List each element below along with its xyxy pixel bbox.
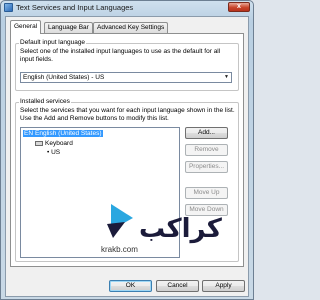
dialog-window: Text Services and Input Languages x Gene… xyxy=(0,0,254,300)
chevron-down-icon: ▼ xyxy=(224,74,229,80)
dialog-client-area: General Language Bar Advanced Key Settin… xyxy=(5,16,249,297)
language-name: English (United States) xyxy=(34,130,103,137)
general-tab-panel: Default input language Select one of the… xyxy=(10,33,244,267)
properties-button[interactable]: Properties... xyxy=(185,161,228,173)
bullet-icon: • xyxy=(47,149,50,156)
tab-language-bar[interactable]: Language Bar xyxy=(44,22,93,33)
keyboard-app-icon xyxy=(4,3,13,12)
ok-button[interactable]: OK xyxy=(109,280,152,292)
close-icon: x xyxy=(237,3,241,10)
default-language-value: English (United States) - US xyxy=(23,74,105,81)
installed-services-group-label: Installed services xyxy=(19,98,71,105)
remove-button[interactable]: Remove xyxy=(185,144,228,156)
keyboard-icon xyxy=(35,140,43,146)
tab-advanced-key-settings[interactable]: Advanced Key Settings xyxy=(93,22,169,33)
window-title: Text Services and Input Languages xyxy=(16,3,134,12)
installed-services-description: Select the services that you want for ea… xyxy=(20,107,235,122)
krakb-logo-icon xyxy=(107,204,133,238)
cancel-button[interactable]: Cancel xyxy=(156,280,199,292)
watermark-url: krakb.com xyxy=(101,245,138,254)
default-language-group-label: Default input language xyxy=(19,39,87,46)
tree-keyboard-node[interactable]: Keyboard xyxy=(35,140,73,148)
krakb-watermark: كراكب krakb.com xyxy=(101,192,231,264)
language-code-badge: EN xyxy=(23,130,35,137)
default-language-description: Select one of the installed input langua… xyxy=(20,48,221,63)
tree-us-layout-node[interactable]: • US xyxy=(47,149,60,157)
layout-label: US xyxy=(51,149,61,156)
keyboard-label: Keyboard xyxy=(45,140,73,147)
close-button[interactable]: x xyxy=(228,2,250,12)
tab-general[interactable]: General xyxy=(10,20,42,34)
watermark-arabic-text: كراكب xyxy=(139,214,222,244)
default-language-group: Default input language Select one of the… xyxy=(15,39,239,91)
add-button[interactable]: Add... xyxy=(185,127,228,139)
apply-button[interactable]: Apply xyxy=(202,280,245,292)
title-bar[interactable]: Text Services and Input Languages x xyxy=(1,1,253,15)
tree-language-node[interactable]: EN English (United States) xyxy=(23,130,103,138)
default-language-select[interactable]: English (United States) - US ▼ xyxy=(20,72,232,83)
